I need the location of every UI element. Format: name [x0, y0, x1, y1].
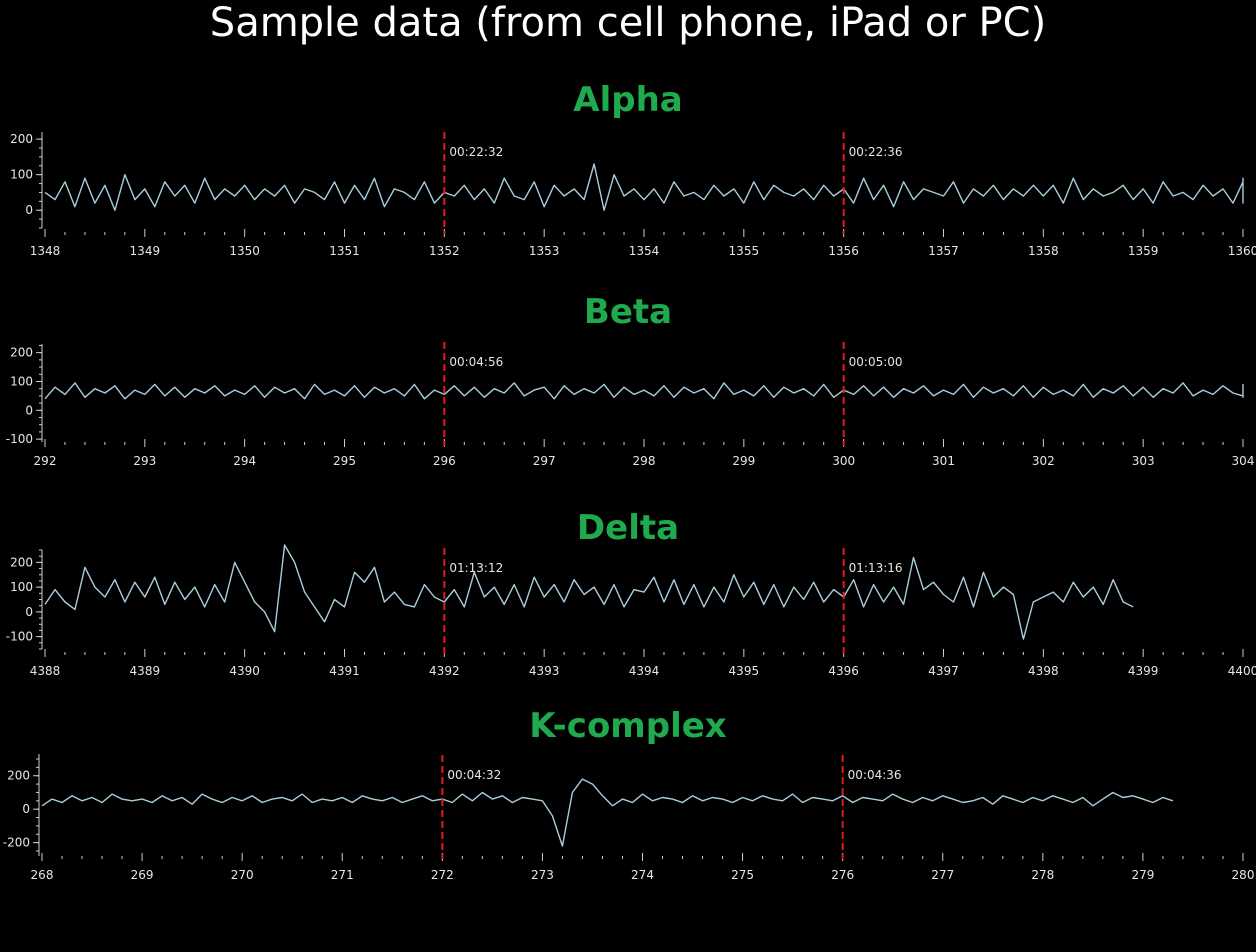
y-tick-label: 100: [10, 374, 33, 388]
x-tick-label: 4392: [429, 664, 460, 678]
x-tick-label: 1350: [229, 244, 260, 258]
x-tick-label: 274: [631, 868, 654, 882]
x-tick-label: 268: [31, 868, 54, 882]
x-tick-label: 1352: [429, 244, 460, 258]
x-tick-label: 4393: [529, 664, 560, 678]
x-tick-label: 300: [832, 454, 855, 468]
x-tick-label: 4388: [30, 664, 61, 678]
x-tick-label: 272: [431, 868, 454, 882]
y-tick-label: 200: [10, 346, 33, 360]
page-title: Sample data (from cell phone, iPad or PC…: [209, 0, 1047, 46]
signal-trace: [44, 544, 1134, 640]
y-tick-label: 100: [10, 580, 33, 594]
x-tick-label: 296: [433, 454, 456, 468]
x-tick-label: 1355: [729, 244, 760, 258]
time-marker-label: 01:13:12: [449, 561, 503, 575]
panel-title: Beta: [583, 292, 673, 332]
time-marker-label: 01:13:16: [849, 561, 903, 575]
x-tick-label: 299: [732, 454, 755, 468]
x-tick-label: 1358: [1028, 244, 1059, 258]
y-tick-label: 100: [10, 168, 33, 182]
x-tick-label: 301: [932, 454, 955, 468]
x-tick-label: 270: [231, 868, 254, 882]
y-tick-label: 200: [10, 132, 33, 146]
time-marker-label: 00:04:36: [848, 768, 902, 782]
panel-title: Alpha: [573, 80, 683, 120]
x-tick-label: 4398: [1028, 664, 1059, 678]
signal-trace: [44, 163, 1244, 211]
x-tick-label: 280: [1232, 868, 1255, 882]
x-tick-label: 1359: [1128, 244, 1159, 258]
time-marker-label: 00:22:36: [849, 145, 903, 159]
time-marker-label: 00:05:00: [849, 355, 903, 369]
k-complex-chart: -200 0 200 268 269 270 271 272 273 274 275 276 277 27…: [3, 754, 1255, 882]
x-tick-label: 1348: [30, 244, 61, 258]
x-tick-label: 303: [1132, 454, 1155, 468]
x-tick-label: 1356: [828, 244, 859, 258]
x-tick-label: 297: [533, 454, 556, 468]
x-tick-label: 4399: [1128, 664, 1159, 678]
x-tick-label: 1360: [1228, 244, 1256, 258]
y-tick-label: 0: [25, 605, 33, 619]
x-tick-label: 4394: [629, 664, 660, 678]
panel-title: Delta: [576, 508, 680, 548]
x-tick-label: 293: [133, 454, 156, 468]
x-tick-label: 278: [1031, 868, 1054, 882]
x-tick-label: 302: [1032, 454, 1055, 468]
y-tick-label: 200: [10, 555, 33, 569]
x-tick-label: 4395: [729, 664, 760, 678]
x-tick-label: 4390: [229, 664, 260, 678]
x-tick-label: 275: [731, 868, 754, 882]
time-marker-label: 00:04:32: [447, 768, 501, 782]
time-marker-label: 00:04:56: [449, 355, 503, 369]
x-tick-label: 4396: [828, 664, 859, 678]
x-tick-label: 4400: [1228, 664, 1256, 678]
signal-trace: [44, 382, 1244, 400]
y-tick-label: 0: [22, 802, 30, 816]
y-tick-label: -100: [6, 432, 33, 446]
x-tick-label: 292: [34, 454, 57, 468]
x-tick-label: 4397: [928, 664, 959, 678]
x-tick-label: 295: [333, 454, 356, 468]
time-marker-label: 00:22:32: [449, 145, 503, 159]
y-tick-label: -100: [6, 630, 33, 644]
y-tick-label: 0: [25, 403, 33, 417]
x-tick-label: 298: [633, 454, 656, 468]
x-tick-label: 1354: [629, 244, 660, 258]
x-tick-label: 271: [331, 868, 354, 882]
x-tick-label: 1349: [130, 244, 161, 258]
x-tick-label: 277: [931, 868, 954, 882]
signal-trace: [41, 778, 1174, 847]
x-tick-label: 279: [1131, 868, 1154, 882]
x-tick-label: 4389: [130, 664, 161, 678]
x-tick-label: 273: [531, 868, 554, 882]
x-tick-label: 1353: [529, 244, 560, 258]
x-tick-label: 294: [233, 454, 256, 468]
panel-title: K-complex: [529, 706, 727, 746]
x-tick-label: 1357: [928, 244, 959, 258]
x-tick-label: 1351: [329, 244, 360, 258]
y-tick-label: -200: [3, 836, 30, 850]
x-tick-label: 304: [1232, 454, 1255, 468]
x-tick-label: 276: [831, 868, 854, 882]
x-tick-label: 269: [131, 868, 154, 882]
x-tick-label: 4391: [329, 664, 360, 678]
y-tick-label: 0: [25, 203, 33, 217]
y-tick-label: 200: [7, 769, 30, 783]
